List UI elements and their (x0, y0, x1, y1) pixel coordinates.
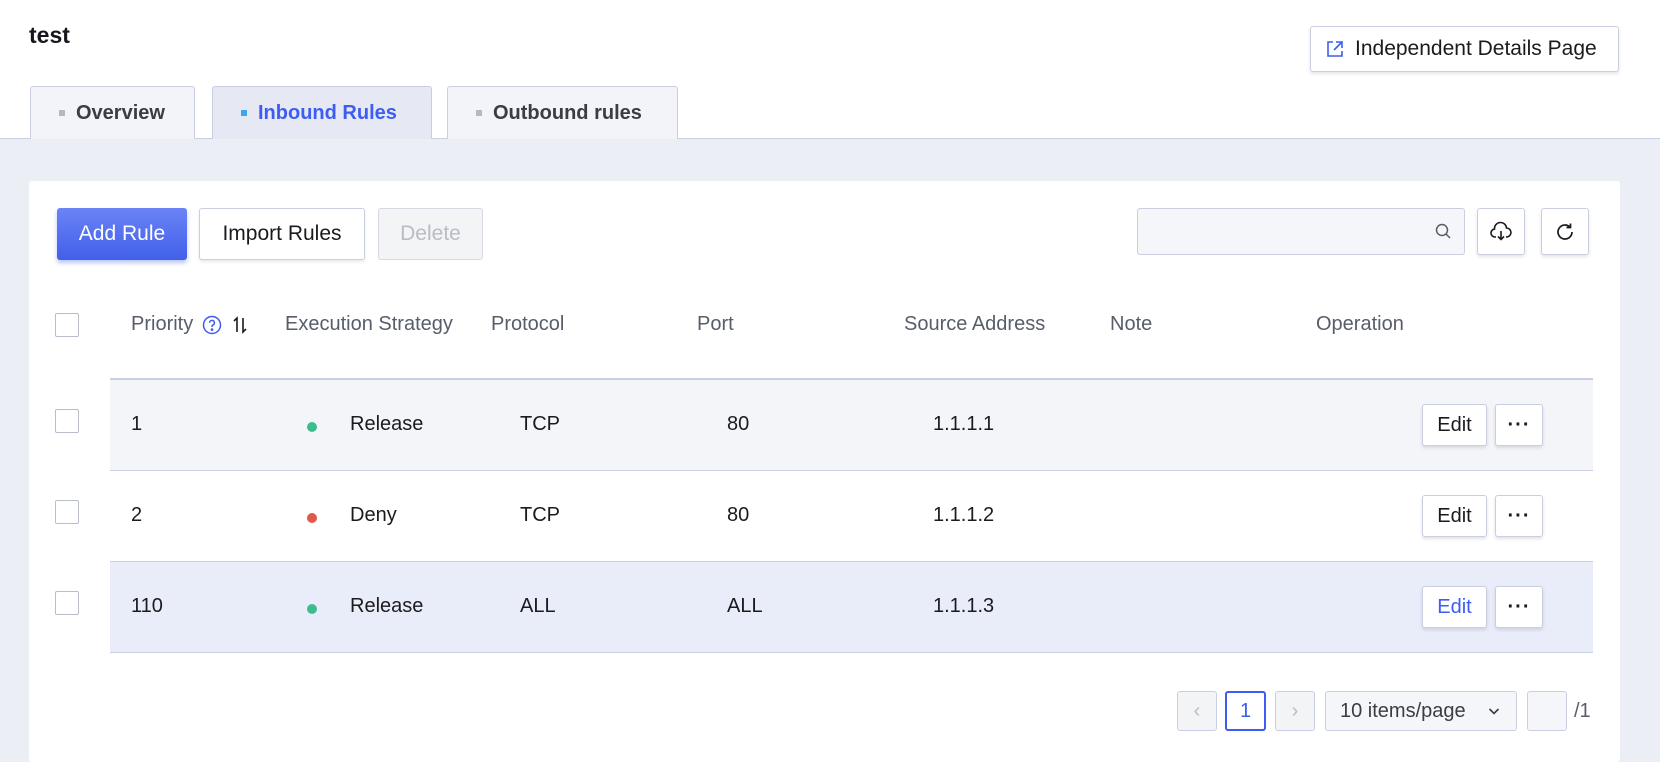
column-priority-label: Priority (131, 313, 194, 335)
page-size-label: 10 items/page (1340, 699, 1466, 722)
tab-dot-icon (59, 110, 65, 116)
table-row: 2 Deny TCP 80 1.1.1.2 Edit ··· (110, 471, 1593, 562)
column-note: Note (1110, 313, 1153, 335)
table-row: 110 Release ALL ALL 1.1.1.3 Edit ··· (110, 562, 1593, 653)
edit-button[interactable]: Edit (1422, 586, 1487, 628)
add-rule-button[interactable]: Add Rule (57, 208, 187, 260)
independent-details-label: Independent Details Page (1355, 37, 1597, 60)
priority-cell: 110 (131, 595, 163, 617)
strategy-cell: Release (350, 413, 424, 435)
tab-overview[interactable]: Overview (30, 86, 195, 139)
column-port: Port (697, 313, 734, 335)
search-input[interactable] (1138, 209, 1464, 254)
cloud-download-icon (1490, 221, 1512, 241)
rules-card: Add Rule Import Rules Delete Priority Ex… (29, 181, 1620, 762)
tab-inbound-rules-label: Inbound Rules (258, 101, 397, 124)
next-page-button[interactable]: › (1275, 691, 1315, 731)
search-icon[interactable] (1434, 222, 1452, 240)
column-source-address: Source Address (904, 313, 1046, 335)
delete-button[interactable]: Delete (378, 208, 483, 260)
port-cell: 80 (727, 413, 750, 435)
source-address-cell: 1.1.1.1 (933, 413, 995, 435)
protocol-cell: TCP (520, 413, 560, 435)
column-execution-strategy: Execution Strategy (285, 313, 453, 335)
row-checkbox[interactable] (55, 409, 79, 433)
more-actions-button[interactable]: ··· (1495, 495, 1543, 537)
tab-inbound-rules[interactable]: Inbound Rules (212, 86, 432, 139)
more-actions-button[interactable]: ··· (1495, 586, 1543, 628)
sort-icon[interactable] (231, 315, 249, 335)
strategy-cell: Deny (350, 504, 397, 526)
page-number-button[interactable]: 1 (1225, 691, 1266, 731)
independent-details-button[interactable]: Independent Details Page (1310, 26, 1619, 72)
column-protocol: Protocol (491, 313, 565, 335)
source-address-cell: 1.1.1.2 (933, 504, 995, 526)
status-dot-icon (307, 604, 317, 614)
edit-button[interactable]: Edit (1422, 404, 1487, 446)
tab-dot-icon (476, 110, 482, 116)
search-box (1137, 208, 1465, 255)
page-title: test (29, 22, 70, 48)
source-address-cell: 1.1.1.3 (933, 595, 995, 617)
tab-outbound-rules[interactable]: Outbound rules (447, 86, 678, 139)
port-cell: 80 (727, 504, 750, 526)
prev-page-button[interactable]: ‹ (1177, 691, 1217, 731)
tab-outbound-rules-label: Outbound rules (493, 101, 642, 124)
strategy-cell: Release (350, 595, 424, 617)
external-link-icon (1327, 41, 1343, 57)
import-rules-button[interactable]: Import Rules (199, 208, 365, 260)
column-operation: Operation (1316, 313, 1404, 335)
page-total: /1 (1574, 700, 1591, 722)
page-header: test Independent Details Page Overview I… (0, 0, 1660, 139)
page-jump-input[interactable] (1527, 691, 1567, 731)
download-button[interactable] (1477, 208, 1525, 255)
status-dot-icon (307, 422, 317, 432)
protocol-cell: TCP (520, 504, 560, 526)
status-dot-icon (307, 513, 317, 523)
more-actions-button[interactable]: ··· (1495, 404, 1543, 446)
protocol-cell: ALL (520, 595, 556, 617)
help-icon[interactable] (202, 315, 222, 335)
edit-button[interactable]: Edit (1422, 495, 1487, 537)
table-header: Priority Execution Strategy Protocol Por… (29, 291, 1620, 359)
refresh-icon (1557, 223, 1573, 240)
tab-overview-label: Overview (76, 101, 165, 124)
table-row: 1 Release TCP 80 1.1.1.1 Edit ··· (110, 380, 1593, 471)
priority-cell: 2 (131, 504, 143, 526)
port-cell: ALL (727, 595, 763, 617)
column-priority: Priority (131, 313, 249, 336)
priority-cell: 1 (131, 413, 143, 435)
chevron-down-icon (1488, 708, 1500, 715)
tab-dot-icon (241, 110, 247, 116)
row-checkbox[interactable] (55, 500, 79, 524)
page-size-select[interactable]: 10 items/page (1325, 691, 1517, 731)
row-checkbox[interactable] (55, 591, 79, 615)
refresh-button[interactable] (1541, 208, 1589, 255)
